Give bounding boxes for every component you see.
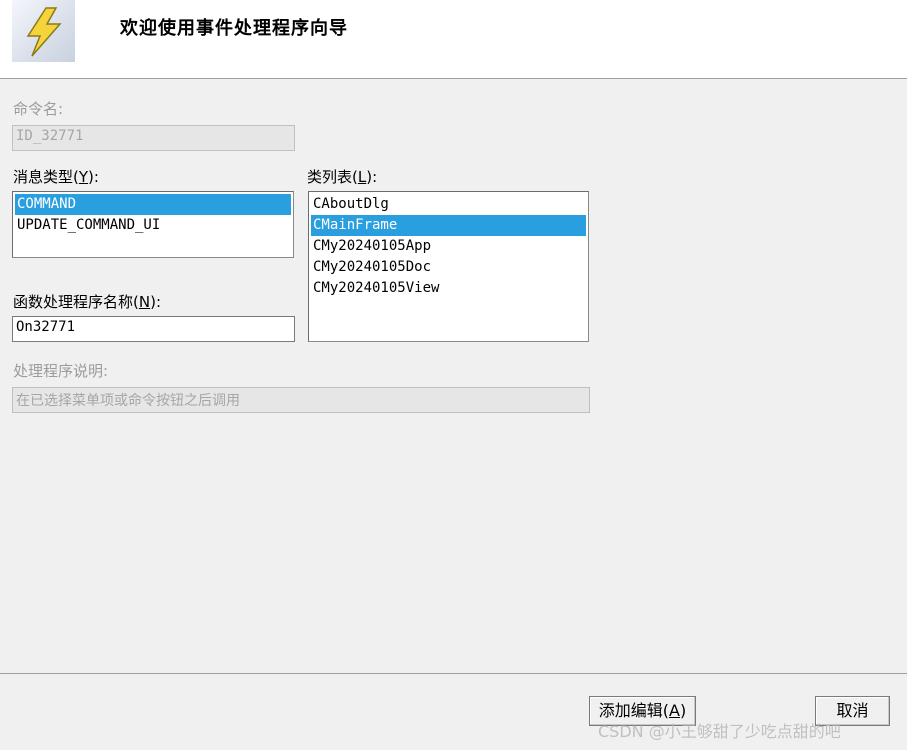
- class-listbox[interactable]: CAboutDlg CMainFrame CMy20240105App CMy2…: [308, 191, 589, 342]
- command-name-label: 命令名:: [13, 100, 64, 118]
- command-name-field: ID_32771: [12, 125, 295, 151]
- lightning-icon: [12, 0, 75, 62]
- wizard-header: 欢迎使用事件处理程序向导: [0, 0, 907, 79]
- class-list-label: 类列表(L):: [307, 168, 378, 186]
- list-item-doc[interactable]: CMy20240105Doc: [311, 257, 586, 278]
- handler-description-field: 在已选择菜单项或命令按钮之后调用: [12, 387, 590, 413]
- footer-divider: [0, 673, 907, 674]
- list-item-cmainframe[interactable]: CMainFrame: [311, 215, 586, 236]
- list-item-update-command-ui[interactable]: UPDATE_COMMAND_UI: [15, 215, 291, 236]
- wizard-title: 欢迎使用事件处理程序向导: [120, 18, 348, 39]
- message-type-listbox[interactable]: COMMAND UPDATE_COMMAND_UI: [12, 191, 294, 258]
- list-item-command[interactable]: COMMAND: [15, 194, 291, 215]
- message-type-label: 消息类型(Y):: [13, 168, 99, 186]
- list-item-app[interactable]: CMy20240105App: [311, 236, 586, 257]
- function-name-input[interactable]: On32771: [12, 316, 295, 342]
- handler-description-label: 处理程序说明:: [13, 362, 109, 380]
- list-item-caboutdlg[interactable]: CAboutDlg: [311, 194, 586, 215]
- csdn-watermark: CSDN @小王够甜了少吃点甜的吧: [598, 722, 841, 741]
- function-name-label: 函数处理程序名称(N):: [13, 293, 161, 311]
- list-item-view[interactable]: CMy20240105View: [311, 278, 586, 299]
